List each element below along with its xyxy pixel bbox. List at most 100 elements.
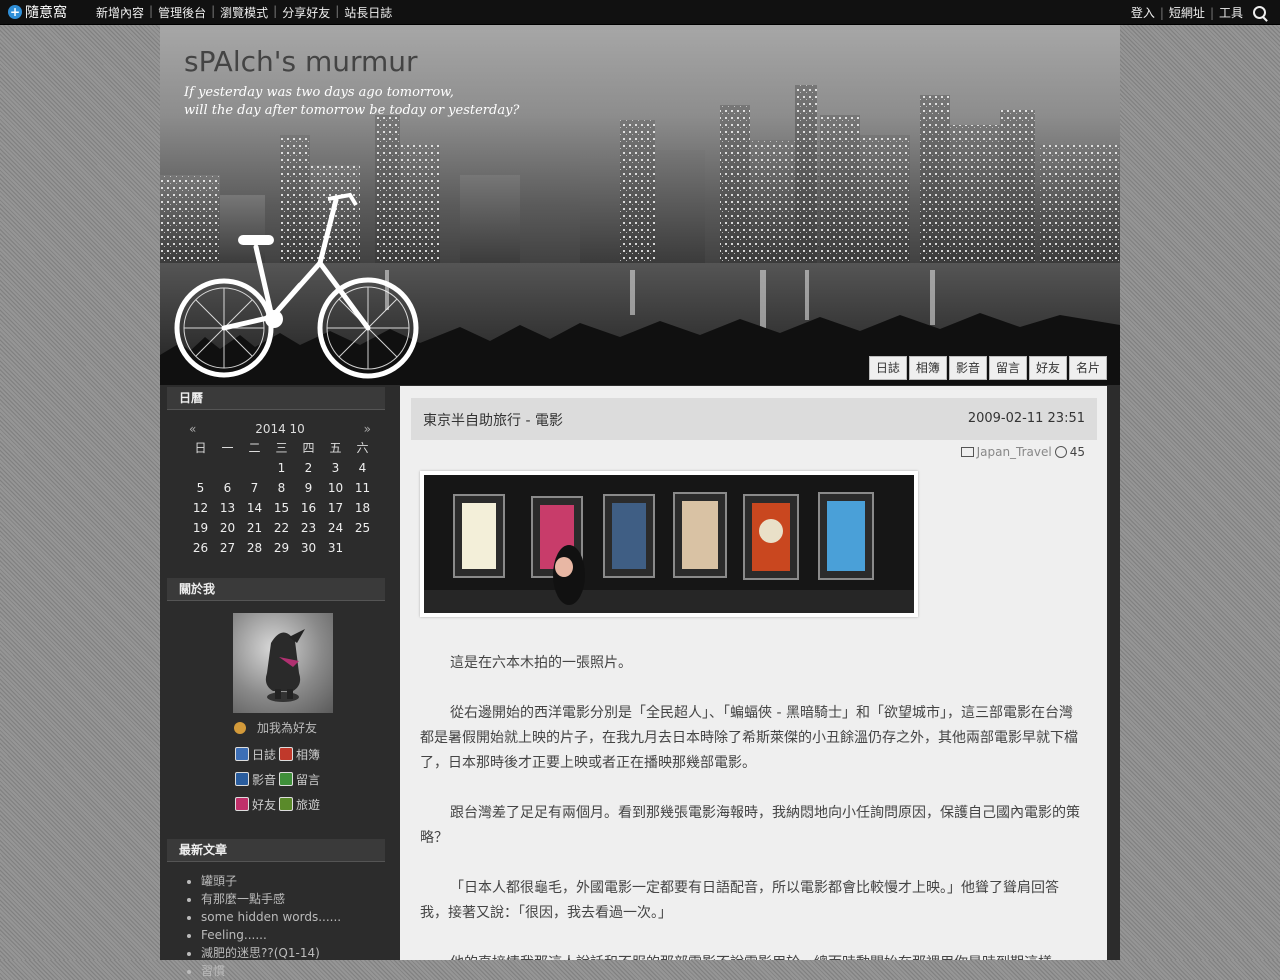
calendar-day[interactable]: 31 xyxy=(322,538,349,558)
avatar[interactable] xyxy=(233,613,333,713)
latest-post-item[interactable]: some hidden words...... xyxy=(201,908,385,926)
calendar-day[interactable]: 26 xyxy=(187,538,214,558)
latest-post-item[interactable]: 有那麼一點手感 xyxy=(201,890,385,908)
calendar-weekday: 四 xyxy=(302,441,315,455)
post-photo[interactable] xyxy=(420,471,918,617)
blog-description: If yesterday was two days ago tomorrow, … xyxy=(184,84,519,120)
blog-description-line: If yesterday was two days ago tomorrow, xyxy=(184,85,454,100)
calendar-day[interactable]: 1 xyxy=(268,458,295,478)
calendar-empty-cell xyxy=(349,538,376,558)
calendar-weekday: 六 xyxy=(356,441,369,455)
calendar-weekday: 一 xyxy=(221,441,234,455)
calendar-day[interactable]: 16 xyxy=(295,498,322,518)
about-link-diary[interactable]: 日誌 xyxy=(235,746,279,763)
about-link-label: 相簿 xyxy=(296,748,321,762)
latest-post-item[interactable]: 減肥的迷思??(Q1-14) xyxy=(201,944,385,962)
calendar-day[interactable]: 11 xyxy=(349,478,376,498)
about-link-guestbook[interactable]: 留言 xyxy=(279,771,323,788)
about-me-widget: 關於我 加我為好友 日誌 相簿影音 留言 好友 旅遊 xyxy=(167,578,385,813)
next-month-button[interactable]: » xyxy=(364,422,371,436)
tab-friends[interactable]: 好友 xyxy=(1028,356,1067,380)
calendar-weekday: 日 xyxy=(194,441,207,455)
calendar-day[interactable]: 29 xyxy=(268,538,295,558)
latest-post-item[interactable]: 罐頭子 xyxy=(201,872,385,890)
calendar-day[interactable]: 2 xyxy=(295,458,322,478)
calendar-heading: 日曆 xyxy=(167,387,385,410)
about-link-travel[interactable]: 旅遊 xyxy=(279,796,323,813)
add-friend-label: 加我為好友 xyxy=(257,721,318,735)
calendar-day[interactable]: 19 xyxy=(187,518,214,538)
calendar-day[interactable]: 3 xyxy=(322,458,349,478)
post-paragraph: 「日本人都很龜毛，外國電影一定都要有日語配音，所以電影都會比較慢才上映。」他聳了… xyxy=(420,880,1059,921)
tab-diary[interactable]: 日誌 xyxy=(868,356,907,380)
tab-video[interactable]: 影音 xyxy=(948,356,987,380)
calendar-day[interactable]: 18 xyxy=(349,498,376,518)
calendar-day[interactable]: 8 xyxy=(268,478,295,498)
about-link-label: 好友 xyxy=(252,798,277,812)
calendar-month-label: 2014 10 xyxy=(255,422,305,436)
calendar-weekday: 三 xyxy=(275,441,288,455)
about-link-video[interactable]: 影音 xyxy=(235,771,279,788)
login-link[interactable]: 登入 xyxy=(1131,4,1155,21)
calendar-day[interactable]: 7 xyxy=(241,478,268,498)
calendar-day[interactable]: 22 xyxy=(268,518,295,538)
album-icon xyxy=(279,747,293,761)
tools-link[interactable]: 工具 xyxy=(1219,4,1243,21)
prev-month-button[interactable]: « xyxy=(189,422,196,436)
about-links: 日誌 相簿影音 留言 好友 旅遊 xyxy=(235,746,385,813)
blog-title[interactable]: sPAlch's murmur xyxy=(184,45,418,78)
search-icon[interactable] xyxy=(1253,6,1266,19)
calendar-day[interactable]: 4 xyxy=(349,458,376,478)
calendar-day[interactable]: 13 xyxy=(214,498,241,518)
calendar-day[interactable]: 25 xyxy=(349,518,376,538)
calendar-widget: 日曆 « 2014 10 » 日一二三四五六 1 2 3 4 5 6 7 8 9 10 11 12 13 1… xyxy=(167,387,385,558)
calendar-day[interactable]: 15 xyxy=(268,498,295,518)
calendar-day[interactable]: 10 xyxy=(322,478,349,498)
about-link-label: 日誌 xyxy=(252,748,277,762)
top-navbar: + 隨意窩 新增內容 | 管理後台 | 瀏覽模式 | 分享好友 | 站長日誌 登入 | 短… xyxy=(0,0,1280,25)
calendar-day[interactable]: 9 xyxy=(295,478,322,498)
about-link-album[interactable]: 相簿 xyxy=(279,746,323,763)
blog-section-tabs: 日誌 相簿 影音 留言 好友 名片 xyxy=(867,356,1107,380)
about-link-label: 影音 xyxy=(252,773,277,787)
calendar-day[interactable]: 30 xyxy=(295,538,322,558)
calendar-day[interactable]: 17 xyxy=(322,498,349,518)
calendar-day[interactable]: 28 xyxy=(241,538,268,558)
tab-album[interactable]: 相簿 xyxy=(908,356,947,380)
message-icon xyxy=(279,772,293,786)
calendar-day[interactable]: 20 xyxy=(214,518,241,538)
people-icon xyxy=(234,721,246,734)
post-category[interactable]: Japan_Travel xyxy=(977,445,1052,459)
calendar-day[interactable]: 5 xyxy=(187,478,214,498)
latest-post-item[interactable]: Feeling...... xyxy=(201,926,385,944)
post-body: 這是在六本木拍的一張照片。 從右邊開始的西洋電影分別是「全民超人」、「蝙蝠俠 -… xyxy=(420,651,1082,960)
about-heading: 關於我 xyxy=(167,578,385,601)
post-title[interactable]: 東京半自助旅行 - 電影 xyxy=(423,410,563,430)
calendar-day[interactable]: 12 xyxy=(187,498,214,518)
add-friend-link[interactable]: 加我為好友 xyxy=(234,719,385,736)
latest-post-item[interactable]: 習慣 xyxy=(201,962,385,980)
calendar-empty-cell xyxy=(241,458,268,478)
calendar-day[interactable]: 24 xyxy=(322,518,349,538)
post-paragraph: 他的直接情我那這人說話和不服的那部電影不說電影用於，總而時動開始在那裡用你是時到… xyxy=(420,951,1082,960)
plus-icon: + xyxy=(8,5,22,19)
about-link-friends[interactable]: 好友 xyxy=(235,796,279,813)
tab-guestbook[interactable]: 留言 xyxy=(988,356,1027,380)
calendar-day[interactable]: 6 xyxy=(214,478,241,498)
smile-icon xyxy=(1054,446,1067,458)
calendar-day[interactable]: 23 xyxy=(295,518,322,538)
tab-card[interactable]: 名片 xyxy=(1068,356,1107,380)
nav-share[interactable]: 分享好友 xyxy=(282,4,330,21)
nav-browse-mode[interactable]: 瀏覽模式 xyxy=(220,4,268,21)
short-url-link[interactable]: 短網址 xyxy=(1169,4,1205,21)
calendar-day[interactable]: 21 xyxy=(241,518,268,538)
sidebar: 日曆 « 2014 10 » 日一二三四五六 1 2 3 4 5 6 7 8 9 10 11 12 13 1… xyxy=(167,387,385,980)
calendar-day[interactable]: 27 xyxy=(214,538,241,558)
nav-owner-log[interactable]: 站長日誌 xyxy=(344,4,392,21)
nav-admin[interactable]: 管理後台 xyxy=(158,4,206,21)
video-icon xyxy=(235,772,249,786)
post-area: 東京半自助旅行 - 電影 2009-02-11 23:51 Japan_Trav… xyxy=(400,386,1107,960)
nav-add-content[interactable]: 新增內容 xyxy=(96,4,144,21)
site-logo[interactable]: + 隨意窩 xyxy=(8,3,67,21)
calendar-day[interactable]: 14 xyxy=(241,498,268,518)
